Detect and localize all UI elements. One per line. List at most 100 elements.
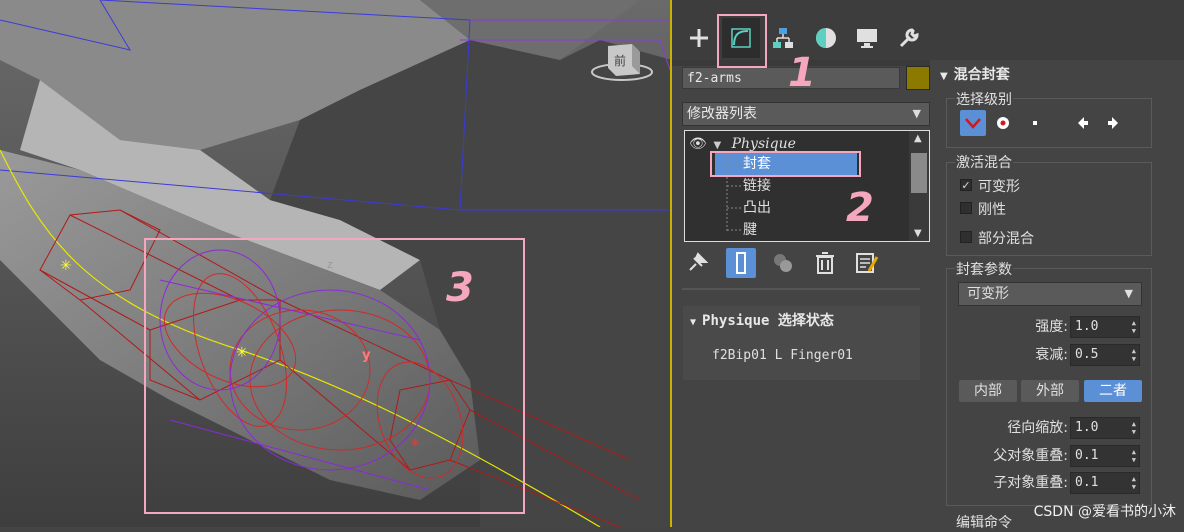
envelope-type-dropdown[interactable]: 可变形 ▼: [958, 282, 1142, 306]
falloff-label: 衰减:: [1035, 347, 1068, 363]
3d-viewport[interactable]: ✳ ✳ ✳ z y 前: [0, 0, 672, 527]
both-button[interactable]: 二者: [1084, 380, 1142, 402]
stack-toolbar-separator: [682, 288, 920, 290]
deformable-checkbox[interactable]: ✓: [960, 179, 972, 191]
configure-icon: [856, 253, 879, 273]
envelope-type-value: 可变形: [967, 286, 1009, 302]
spinner-arrows-icon[interactable]: ▲ ▼: [1132, 448, 1136, 464]
svg-text:✳: ✳: [60, 258, 72, 274]
scroll-up-icon[interactable]: ▲: [914, 133, 922, 144]
modify-curve-icon: [731, 28, 751, 48]
active-blending-group: [946, 162, 1152, 256]
blend-envelope-title[interactable]: ▼ 混合封套: [940, 64, 1010, 84]
modifier-list-label: 修改器列表: [687, 106, 757, 122]
expand-arrow-icon: ▼: [940, 71, 948, 82]
trash-icon: [816, 252, 834, 274]
stack-item-label: 腱: [743, 222, 757, 238]
pin-icon: [689, 252, 708, 271]
rigid-checkbox[interactable]: [960, 202, 972, 214]
svg-text:✳: ✳: [236, 345, 248, 361]
level-control-point-button[interactable]: [990, 110, 1016, 136]
spinner-arrows-icon[interactable]: ▲ ▼: [1132, 347, 1136, 363]
control-point-icon: [997, 117, 1009, 129]
parent-overlap-spinner[interactable]: 0.1 ▲ ▼: [1070, 445, 1140, 467]
selected-bone-name: f2Bip01 L Finger01: [712, 348, 853, 363]
partial-blending-label: 部分混合: [978, 231, 1034, 247]
arrow-right-icon: [1108, 117, 1118, 129]
viewcube[interactable]: 前: [614, 52, 626, 69]
object-color-swatch[interactable]: [906, 66, 930, 90]
level-next-button[interactable]: [1100, 110, 1126, 136]
spinner-arrows-icon[interactable]: ▲ ▼: [1132, 420, 1136, 436]
axis-z-label: z: [327, 258, 333, 271]
display-monitor-icon: [857, 29, 877, 48]
level-previous-button[interactable]: [1070, 110, 1096, 136]
axis-y-label: y: [362, 348, 371, 363]
stack-scrollbar[interactable]: ▲ ▼: [909, 131, 929, 241]
level-vertex-button[interactable]: [1022, 110, 1048, 136]
edit-commands-label: 编辑命令: [955, 512, 1013, 532]
stack-item-bulge[interactable]: 凸出: [743, 197, 771, 219]
strength-label: 强度:: [1035, 319, 1068, 335]
stack-item-label: 封套: [743, 156, 771, 172]
outer-button[interactable]: 外部: [1021, 380, 1079, 402]
strength-value: 1.0: [1075, 319, 1099, 334]
command-tabs: [672, 0, 1184, 66]
make-unique-icon: [774, 254, 792, 272]
scroll-thumb[interactable]: [911, 153, 927, 193]
deformable-label: 可变形: [978, 179, 1020, 195]
spinner-arrows-icon[interactable]: ▲ ▼: [1132, 319, 1136, 335]
make-unique-button[interactable]: [768, 248, 798, 278]
child-overlap-spinner[interactable]: 0.1 ▲ ▼: [1070, 472, 1140, 494]
motion-icon: [816, 28, 836, 48]
partial-blending-checkbox[interactable]: [960, 231, 972, 243]
stack-toolbar: [682, 248, 932, 290]
plus-icon: [690, 29, 708, 47]
inner-button[interactable]: 内部: [959, 380, 1017, 402]
remove-modifier-button[interactable]: [810, 248, 840, 278]
hierarchy-icon: [773, 28, 793, 48]
radial-scale-spinner[interactable]: 1.0 ▲ ▼: [1070, 417, 1140, 439]
scroll-down-icon[interactable]: ▼: [914, 228, 922, 239]
active-blending-label: 激活混合: [955, 152, 1013, 172]
strength-spinner[interactable]: 1.0 ▲ ▼: [1070, 316, 1140, 338]
tab-modify[interactable]: [722, 18, 760, 58]
chevron-down-icon: ▼: [1124, 287, 1133, 300]
annotation-number-2: 2: [846, 185, 874, 231]
tab-create[interactable]: [680, 18, 718, 58]
rollout-title-text: 混合封套: [953, 67, 1010, 83]
child-overlap-label: 子对象重叠:: [993, 475, 1068, 491]
end-result-icon: [736, 252, 746, 274]
pin-stack-button[interactable]: [682, 248, 712, 278]
tab-display[interactable]: [848, 18, 886, 58]
modifier-stack[interactable]: 👁 ▼ Physique 封套 链接 凸出 腱 ▲ ▼: [684, 130, 930, 242]
parent-overlap-label: 父对象重叠:: [993, 448, 1068, 464]
wrench-icon: [899, 28, 919, 48]
show-end-result-button[interactable]: [726, 248, 756, 278]
chevron-down-icon: ▼: [912, 107, 921, 120]
stack-item-link[interactable]: 链接: [743, 175, 771, 197]
falloff-value: 0.5: [1075, 347, 1099, 362]
tab-utilities[interactable]: [890, 18, 928, 58]
rigid-label: 刚性: [978, 202, 1006, 218]
envelope-params-label: 封套参数: [955, 259, 1013, 279]
spinner-arrows-icon[interactable]: ▲ ▼: [1132, 475, 1136, 491]
modifier-list-dropdown[interactable]: 修改器列表 ▼: [682, 102, 930, 126]
stack-item-label: 链接: [743, 178, 771, 194]
stack-item-label: 凸出: [743, 200, 771, 216]
falloff-spinner[interactable]: 0.5 ▲ ▼: [1070, 344, 1140, 366]
link-level-icon: [965, 118, 981, 129]
watermark: CSDN @爱看书的小沐: [1033, 504, 1176, 520]
parent-overlap-value: 0.1: [1075, 448, 1099, 463]
level-link-button[interactable]: [960, 110, 986, 136]
radial-scale-label: 径向缩放:: [1007, 420, 1068, 436]
configure-modifier-sets-button[interactable]: [852, 248, 882, 278]
svg-text:✳: ✳: [410, 436, 420, 450]
expand-arrow-icon: ▼: [690, 317, 697, 328]
annotation-number-1: 1: [788, 50, 816, 96]
selection-level-label: 选择级别: [955, 89, 1013, 109]
vertex-icon: [1033, 121, 1037, 125]
physique-selection-title[interactable]: ▼ Physique 选择状态: [690, 310, 834, 330]
radial-scale-value: 1.0: [1075, 420, 1099, 435]
stack-item-tendon[interactable]: 腱: [743, 219, 757, 241]
